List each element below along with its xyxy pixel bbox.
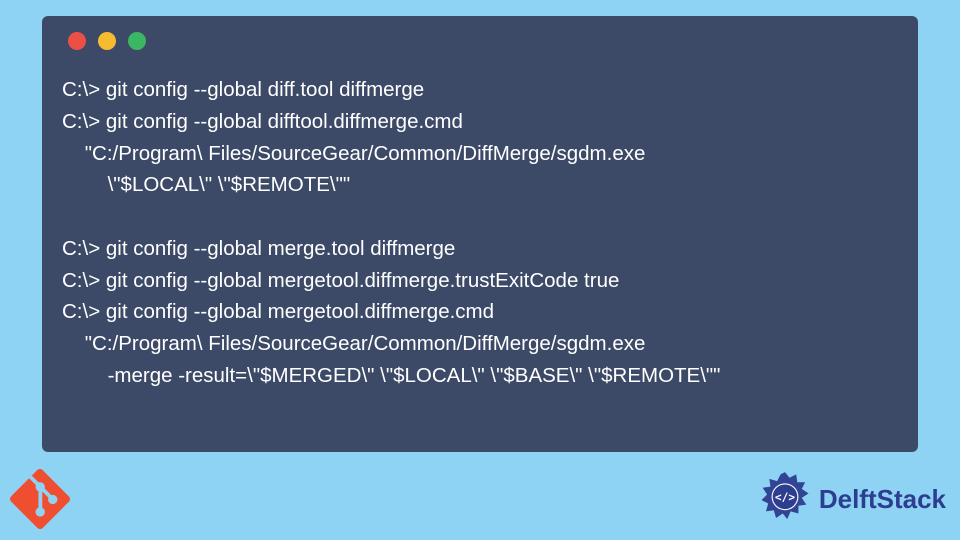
brand-name: DelftStack — [819, 484, 946, 515]
code-block: C:\> git config --global diff.tool diffm… — [62, 74, 898, 392]
window-controls — [62, 32, 898, 50]
close-icon — [68, 32, 86, 50]
maximize-icon — [128, 32, 146, 50]
delftstack-logo: </> DelftStack — [757, 471, 946, 527]
delftstack-badge-icon: </> — [757, 471, 813, 527]
git-logo-icon — [10, 469, 70, 529]
minimize-icon — [98, 32, 116, 50]
terminal-window: C:\> git config --global diff.tool diffm… — [42, 16, 918, 452]
footer: </> DelftStack — [10, 464, 946, 534]
svg-text:</>: </> — [775, 491, 795, 504]
